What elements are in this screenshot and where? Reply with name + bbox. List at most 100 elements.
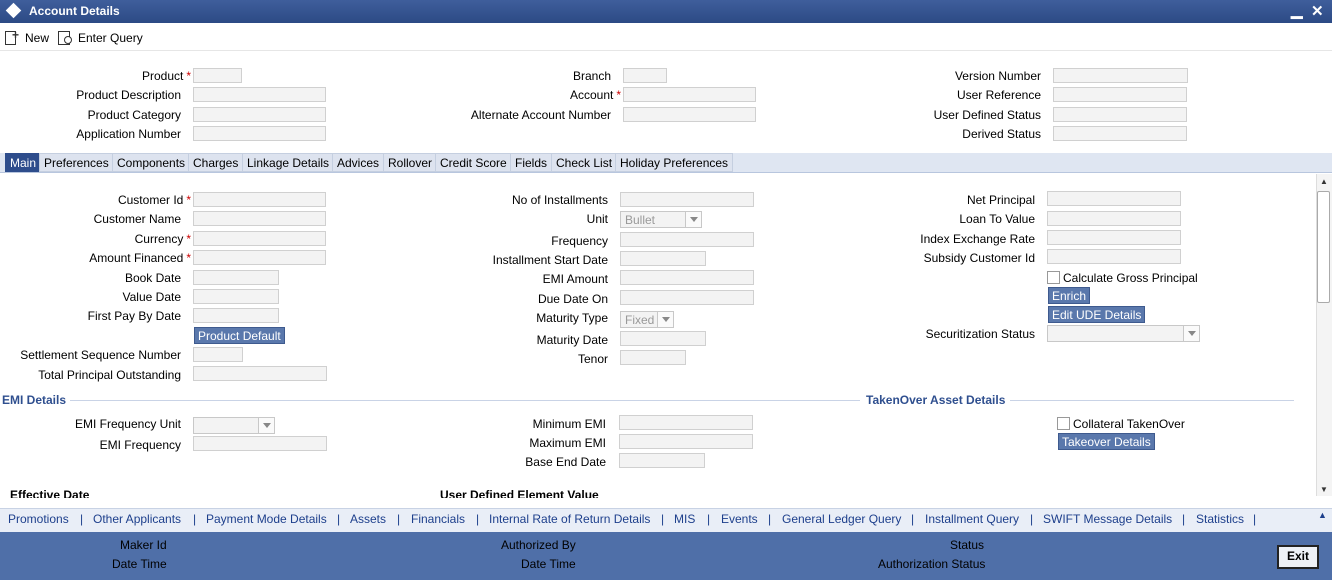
emi-amount-field[interactable] — [620, 270, 754, 285]
link-statistics[interactable]: Statistics — [1196, 512, 1244, 526]
loan-to-value-field[interactable] — [1047, 211, 1181, 226]
link-financials[interactable]: Financials — [411, 512, 465, 526]
scrollbar-thumb[interactable] — [1317, 191, 1330, 303]
chevron-down-icon — [258, 418, 274, 433]
user-defined-element-value-heading: User Defined Element Value — [440, 488, 599, 498]
maturity-type-select[interactable]: Fixed — [620, 311, 674, 328]
link-events[interactable]: Events — [721, 512, 758, 526]
amount-financed-field[interactable] — [193, 250, 326, 265]
new-button[interactable]: New — [4, 28, 49, 45]
link-promotions[interactable]: Promotions — [8, 512, 69, 526]
minimize-icon[interactable]: ▁ — [1291, 1, 1303, 19]
link-general-ledger-query[interactable]: General Ledger Query — [782, 512, 901, 526]
due-date-on-field[interactable] — [620, 290, 754, 305]
user-defined-status-field[interactable] — [1053, 107, 1187, 122]
total-principal-outstanding-label: Total Principal Outstanding — [38, 368, 181, 382]
product-description-field[interactable] — [193, 87, 326, 102]
loan-to-value-label: Loan To Value — [959, 212, 1035, 226]
customer-id-field[interactable] — [193, 192, 326, 207]
customer-name-field[interactable] — [193, 211, 326, 226]
effective-date-heading: Effective Date — [10, 488, 90, 498]
application-number-field[interactable] — [193, 126, 326, 141]
alternate-account-number-field[interactable] — [623, 107, 756, 122]
maturity-date-label: Maturity Date — [536, 333, 608, 347]
derived-status-field[interactable] — [1053, 126, 1187, 141]
edit-ude-details-button[interactable]: Edit UDE Details — [1048, 306, 1146, 323]
frequency-field[interactable] — [620, 232, 754, 247]
new-document-icon — [4, 28, 20, 45]
amount-financed-label: Amount Financed * — [89, 251, 191, 265]
status-label: Status — [950, 538, 985, 552]
version-number-field[interactable] — [1053, 68, 1188, 83]
maximum-emi-label: Maximum EMI — [529, 436, 606, 450]
enter-query-label: Enter Query — [78, 30, 143, 45]
tab-check-list[interactable]: Check List — [551, 153, 618, 172]
enrich-button[interactable]: Enrich — [1048, 287, 1091, 304]
unit-select[interactable]: Bullet — [620, 211, 702, 228]
index-exchange-rate-field[interactable] — [1047, 230, 1181, 245]
link-payment-mode-details[interactable]: Payment Mode Details — [206, 512, 327, 526]
customer-id-label: Customer Id * — [117, 193, 191, 207]
total-principal-outstanding-field[interactable] — [193, 366, 327, 381]
tab-components[interactable]: Components — [112, 153, 191, 172]
maturity-date-field[interactable] — [620, 331, 706, 346]
emi-frequency-field[interactable] — [193, 436, 327, 451]
app-diamond-icon — [5, 2, 22, 19]
enter-query-button[interactable]: Enter Query — [57, 30, 143, 45]
net-principal-field[interactable] — [1047, 191, 1181, 206]
minimum-emi-label: Minimum EMI — [532, 417, 606, 431]
product-category-field[interactable] — [193, 107, 326, 122]
link-swift-message-details[interactable]: SWIFT Message Details — [1043, 512, 1172, 526]
minimum-emi-field[interactable] — [619, 415, 753, 430]
subsidy-customer-id-field[interactable] — [1047, 249, 1181, 264]
first-pay-by-date-field[interactable] — [193, 308, 279, 323]
value-date-field[interactable] — [193, 289, 279, 304]
book-date-field[interactable] — [193, 270, 279, 285]
link-other-applicants[interactable]: Other Applicants — [93, 512, 181, 526]
link-separator: | — [476, 512, 480, 526]
link-separator: | — [80, 512, 84, 526]
currency-field[interactable] — [193, 231, 326, 246]
takeover-details-button[interactable]: Takeover Details — [1058, 433, 1155, 450]
tenor-field[interactable] — [620, 350, 686, 365]
tab-advices[interactable]: Advices — [332, 153, 385, 172]
user-reference-field[interactable] — [1053, 87, 1187, 102]
scroll-down-icon[interactable]: ▼ — [1320, 485, 1328, 494]
installment-start-date-field[interactable] — [620, 251, 706, 266]
tab-rollover[interactable]: Rollover — [383, 153, 438, 172]
emi-frequency-unit-select[interactable] — [193, 417, 275, 434]
application-number-label: Application Number — [76, 127, 181, 141]
branch-label: Branch — [572, 69, 611, 83]
account-field[interactable] — [623, 87, 756, 102]
tab-charges[interactable]: Charges — [188, 153, 244, 172]
exit-button[interactable]: Exit — [1277, 545, 1319, 569]
link-assets[interactable]: Assets — [350, 512, 386, 526]
maximum-emi-field[interactable] — [619, 434, 753, 449]
link-internal-rate-of-return-details[interactable]: Internal Rate of Return Details — [489, 512, 650, 526]
scroll-up-icon[interactable]: ▲ — [1320, 177, 1328, 186]
collateral-takenover-checkbox[interactable] — [1057, 417, 1070, 430]
calculate-gross-principal-checkbox[interactable] — [1047, 271, 1060, 284]
tab-preferences[interactable]: Preferences — [39, 153, 114, 172]
alternate-account-number-label: Alternate Account Number — [470, 108, 611, 122]
close-icon[interactable]: ✕ — [1311, 2, 1324, 20]
no-of-installments-field[interactable] — [620, 192, 754, 207]
link-mis[interactable]: MIS — [674, 512, 695, 526]
securitization-status-select[interactable] — [1047, 325, 1200, 342]
toolbar: New Enter Query — [0, 23, 1332, 51]
derived-status-label: Derived Status — [962, 127, 1041, 141]
product-field[interactable] — [193, 68, 242, 83]
settlement-sequence-number-field[interactable] — [193, 347, 243, 362]
tab-main[interactable]: Main — [5, 153, 42, 172]
base-end-date-field[interactable] — [619, 453, 705, 468]
currency-label: Currency * — [134, 232, 191, 246]
tab-linkage-details[interactable]: Linkage Details — [242, 153, 335, 172]
links-scroll-up-icon[interactable]: ▲ — [1318, 510, 1327, 520]
product-default-button[interactable]: Product Default — [194, 327, 285, 344]
tab-fields[interactable]: Fields — [510, 153, 553, 172]
tab-credit-score[interactable]: Credit Score — [435, 153, 512, 172]
link-installment-query[interactable]: Installment Query — [925, 512, 1019, 526]
tab-holiday-preferences[interactable]: Holiday Preferences — [615, 153, 734, 172]
branch-field[interactable] — [623, 68, 667, 83]
query-document-icon — [57, 30, 73, 45]
